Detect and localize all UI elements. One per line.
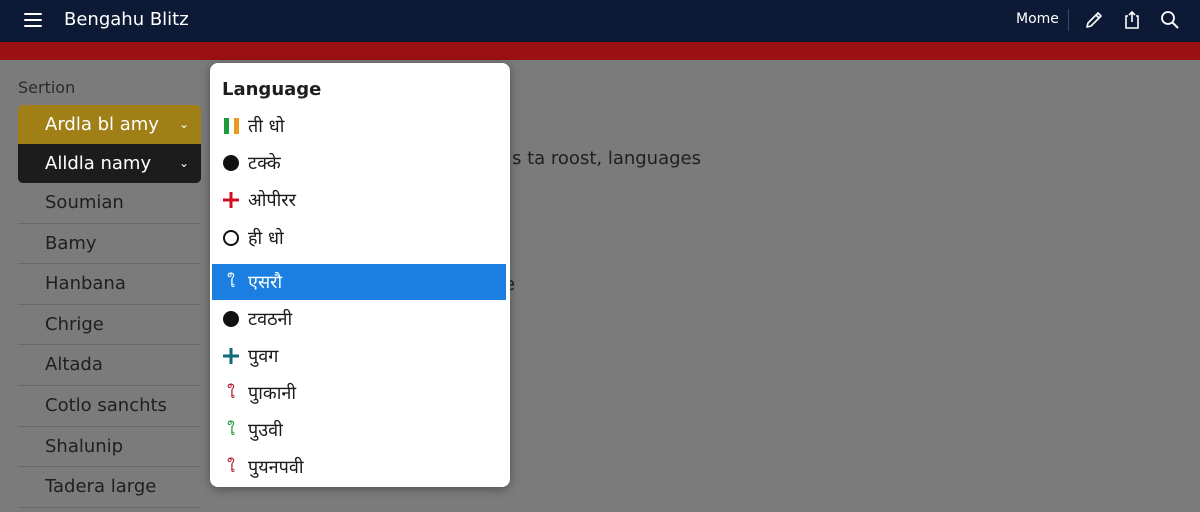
language-option[interactable]: ही धो xyxy=(212,220,506,256)
sidebar-item-label: Bamy xyxy=(45,232,97,254)
language-option[interactable]: ओपीरर xyxy=(212,182,506,218)
sidebar-item-label: Tadera large xyxy=(45,476,157,498)
sidebar-item-label: Altada xyxy=(45,354,103,376)
language-option-label: एसरौ xyxy=(248,272,283,293)
language-option-label: पुवग xyxy=(248,346,279,367)
language-option[interactable]: ती धो xyxy=(212,108,506,144)
language-option[interactable]: पुवग xyxy=(212,338,506,374)
language-option-label: पुाकानी xyxy=(248,383,297,404)
curl-icon: ใ xyxy=(227,272,235,291)
curl-icon: ใ xyxy=(227,457,235,476)
accent-strip xyxy=(0,42,1200,60)
language-option-selected[interactable]: ใ एसरौ xyxy=(212,264,506,300)
language-option[interactable]: टक्के xyxy=(212,145,506,181)
section-label: Sertion xyxy=(18,78,76,97)
language-option[interactable]: ใ पुयनपवी xyxy=(212,449,506,485)
language-option-label: ओपीरर xyxy=(248,190,297,211)
language-option-label: पुउवी xyxy=(248,420,283,441)
language-option[interactable]: ใ पुाकानी xyxy=(212,375,506,411)
language-option[interactable]: टवठनी xyxy=(212,301,506,337)
sidebar-item-soumian[interactable]: Soumian xyxy=(18,183,201,224)
sidebar-item-altada[interactable]: Altada xyxy=(18,345,201,386)
sidebar-item-chrige[interactable]: Chrige xyxy=(18,305,201,346)
red-cross-icon xyxy=(222,191,240,209)
teal-cross-icon xyxy=(222,347,240,365)
india-flag-icon xyxy=(222,117,240,135)
filled-circle-icon xyxy=(222,310,240,328)
sidebar-item-shalunip[interactable]: Shalunip xyxy=(18,427,201,468)
sidebar-item-ardla-bl-amy[interactable]: Ardla bl amy ⌄ xyxy=(18,105,201,144)
sidebar-item-label: Hanbana xyxy=(45,273,126,295)
top-app-bar: Bengahu Blitz Mome xyxy=(0,0,1200,42)
sidebar-item-tadera-large[interactable]: Tadera large xyxy=(18,467,201,508)
chevron-down-icon: ⌄ xyxy=(178,117,189,131)
content-text: s ta roost, languages xyxy=(512,148,701,169)
language-option-label: पुयनपवी xyxy=(248,457,304,478)
empty-circle-icon xyxy=(222,229,240,247)
pencil-icon[interactable] xyxy=(1083,9,1105,31)
sidebar-item-cotlo-sanchts[interactable]: Cotlo sanchts xyxy=(18,386,201,427)
language-dropdown: Language ती धो टक्के ओपीरर ही धो ใ एसरौ … xyxy=(210,63,510,487)
sidebar-item-hanbana[interactable]: Hanbana xyxy=(18,264,201,305)
language-option-label: ही धो xyxy=(248,228,284,249)
toolbar-divider xyxy=(1068,9,1069,31)
search-icon[interactable] xyxy=(1159,9,1181,31)
sidebar-item-bamy[interactable]: Bamy xyxy=(18,224,201,265)
dropdown-title: Language xyxy=(222,79,322,100)
sidebar-item-alldla-namy[interactable]: Alldla namy ⌄ xyxy=(18,144,201,183)
share-icon[interactable] xyxy=(1121,9,1143,31)
language-option-label: टवठनी xyxy=(248,309,293,330)
sidebar-item-label: Chrige xyxy=(45,313,104,335)
language-option-label: ती धो xyxy=(248,116,285,137)
sidebar-list: Ardla bl amy ⌄ Alldla namy ⌄ Soumian Bam… xyxy=(18,105,201,508)
sidebar-item-label: Ardla bl amy xyxy=(45,114,159,135)
app-title: Bengahu Blitz xyxy=(64,9,189,30)
curl-icon: ใ xyxy=(227,420,235,439)
sidebar-item-label: Shalunip xyxy=(45,435,124,457)
chevron-down-icon: ⌄ xyxy=(178,156,189,170)
language-option-label: टक्के xyxy=(248,153,281,174)
sidebar-item-label: Alldla namy xyxy=(45,153,152,174)
home-link[interactable]: Mome xyxy=(1016,11,1059,27)
language-option[interactable]: ใ पुउवी xyxy=(212,412,506,448)
curl-icon: ใ xyxy=(227,383,235,402)
sidebar-item-label: Soumian xyxy=(45,192,124,213)
filled-circle-icon xyxy=(222,154,240,172)
sidebar-item-label: Cotlo sanchts xyxy=(45,394,167,416)
menu-icon[interactable] xyxy=(24,12,42,28)
